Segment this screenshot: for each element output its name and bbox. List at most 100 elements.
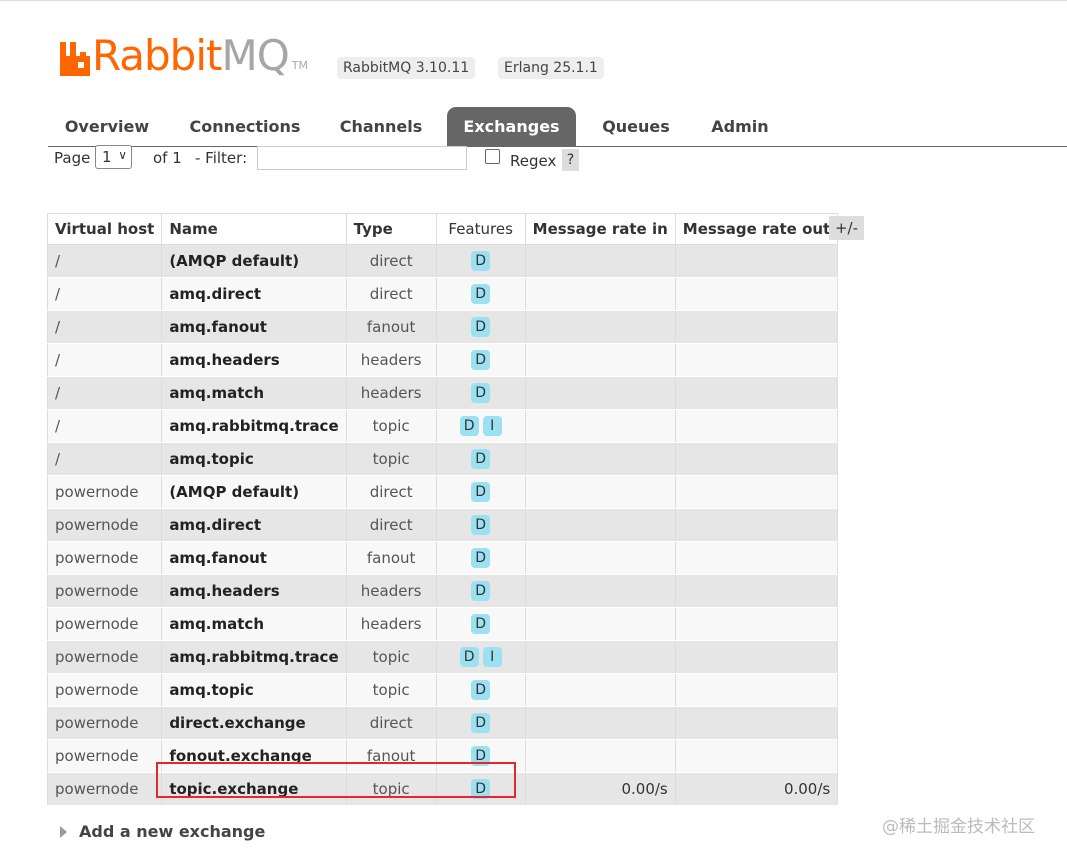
features-cell: D — [435, 574, 526, 608]
type-cell: headers — [345, 607, 437, 641]
logo-wordmark: RabbitMQ — [92, 31, 290, 80]
rabbitmq-logo[interactable]: RabbitMQ TM — [60, 31, 308, 80]
regex-checkbox[interactable] — [485, 149, 500, 164]
exchange-name-link[interactable]: amq.fanout — [161, 310, 347, 344]
add-exchange-label: Add a new exchange — [79, 822, 266, 841]
rate-out-cell — [674, 508, 839, 542]
exchange-name-link[interactable]: amq.direct — [161, 508, 347, 542]
column-header-features: Features — [435, 213, 526, 245]
column-header-name[interactable]: Name — [161, 213, 347, 245]
tab-exchanges[interactable]: Exchanges — [447, 107, 576, 146]
feature-durable-badge: D — [459, 647, 479, 667]
column-header-rate-out[interactable]: Message rate out — [674, 213, 839, 245]
feature-internal-badge: I — [482, 647, 502, 667]
exchange-name-link[interactable]: direct.exchange — [161, 706, 347, 740]
features-cell: D — [435, 475, 526, 509]
exchange-name-link[interactable]: amq.fanout — [161, 541, 347, 575]
feature-durable-badge: D — [471, 482, 491, 502]
table-row: powernode amq.topic topic D — [46, 673, 839, 707]
feature-durable-badge: D — [471, 548, 491, 568]
version-badge: RabbitMQ 3.10.11 — [337, 57, 476, 79]
exchanges-table: Virtual host Name Type Features Message … — [46, 213, 839, 806]
exchange-name-link[interactable]: (AMQP default) — [161, 475, 347, 509]
table-row: / amq.direct direct D — [46, 277, 839, 311]
table-row: / amq.match headers D — [46, 376, 839, 410]
feature-durable-badge: D — [471, 746, 491, 766]
column-header-vhost[interactable]: Virtual host — [46, 213, 163, 245]
add-exchange-toggle[interactable]: Add a new exchange — [60, 822, 265, 841]
rate-in-cell — [524, 706, 676, 740]
table-row: powernode topic.exchange topic D 0.00/s 0.00/… — [46, 772, 839, 806]
rate-out-cell — [674, 574, 839, 608]
tab-overview[interactable]: Overview — [48, 107, 166, 146]
columns-toggle-button[interactable]: +/- — [829, 216, 864, 240]
expand-arrow-icon — [60, 825, 67, 838]
rate-out-cell — [674, 475, 839, 509]
table-row: / (AMQP default) direct D — [46, 244, 839, 278]
rate-out-cell — [674, 442, 839, 476]
tab-connections[interactable]: Connections — [181, 107, 309, 146]
table-header-row: Virtual host Name Type Features Message … — [46, 213, 839, 245]
chevron-down-icon: ∨ — [118, 148, 127, 162]
tab-queues[interactable]: Queues — [591, 107, 681, 146]
exchange-name-link[interactable]: amq.topic — [161, 673, 347, 707]
type-cell: topic — [345, 442, 437, 476]
feature-durable-badge: D — [471, 515, 491, 535]
exchange-name-link[interactable]: (AMQP default) — [161, 244, 347, 278]
type-cell: topic — [345, 409, 437, 443]
feature-durable-badge: D — [459, 416, 479, 436]
features-cell: D — [435, 442, 526, 476]
exchange-name-link[interactable]: topic.exchange — [161, 772, 347, 806]
rate-out-cell — [674, 607, 839, 641]
table-row: / amq.topic topic D — [46, 442, 839, 476]
rate-out-cell — [674, 277, 839, 311]
tab-admin[interactable]: Admin — [699, 107, 781, 146]
exchange-name-link[interactable]: amq.headers — [161, 343, 347, 377]
rate-in-cell: 0.00/s — [524, 772, 676, 806]
rate-out-cell — [674, 541, 839, 575]
vhost-cell: powernode — [46, 475, 163, 509]
vhost-cell: / — [46, 310, 163, 344]
help-button[interactable]: ? — [562, 149, 579, 171]
features-cell: D — [435, 673, 526, 707]
vhost-cell: / — [46, 244, 163, 278]
feature-durable-badge: D — [471, 317, 491, 337]
exchange-name-link[interactable]: fonout.exchange — [161, 739, 347, 773]
rate-in-cell — [524, 640, 676, 674]
feature-durable-badge: D — [471, 779, 491, 799]
tab-channels[interactable]: Channels — [330, 107, 432, 146]
table-row: / amq.fanout fanout D — [46, 310, 839, 344]
rate-in-cell — [524, 508, 676, 542]
rate-in-cell — [524, 541, 676, 575]
rate-out-cell — [674, 244, 839, 278]
rabbitmq-logo-icon — [60, 42, 90, 76]
rate-out-cell — [674, 343, 839, 377]
table-row: / amq.rabbitmq.trace topic D I — [46, 409, 839, 443]
features-cell: D — [435, 772, 526, 806]
page-select[interactable]: 1 ∨ — [95, 145, 132, 169]
features-cell: D — [435, 607, 526, 641]
feature-durable-badge: D — [471, 251, 491, 271]
type-cell: topic — [345, 673, 437, 707]
rate-out-cell — [674, 310, 839, 344]
vhost-cell: powernode — [46, 607, 163, 641]
column-header-rate-in[interactable]: Message rate in — [524, 213, 676, 245]
rate-in-cell — [524, 607, 676, 641]
table-row: powernode direct.exchange direct D — [46, 706, 839, 740]
type-cell: fanout — [345, 739, 437, 773]
exchange-name-link[interactable]: amq.direct — [161, 277, 347, 311]
exchange-name-link[interactable]: amq.match — [161, 376, 347, 410]
feature-durable-badge: D — [471, 680, 491, 700]
features-cell: D — [435, 541, 526, 575]
features-cell: D — [435, 244, 526, 278]
type-cell: topic — [345, 772, 437, 806]
filter-input[interactable] — [257, 146, 467, 170]
exchange-name-link[interactable]: amq.match — [161, 607, 347, 641]
exchange-name-link[interactable]: amq.topic — [161, 442, 347, 476]
exchange-name-link[interactable]: amq.headers — [161, 574, 347, 608]
exchange-name-link[interactable]: amq.rabbitmq.trace — [161, 640, 347, 674]
top-border — [0, 0, 1067, 1]
exchange-name-link[interactable]: amq.rabbitmq.trace — [161, 409, 347, 443]
column-header-type[interactable]: Type — [345, 213, 437, 245]
rate-in-cell — [524, 673, 676, 707]
